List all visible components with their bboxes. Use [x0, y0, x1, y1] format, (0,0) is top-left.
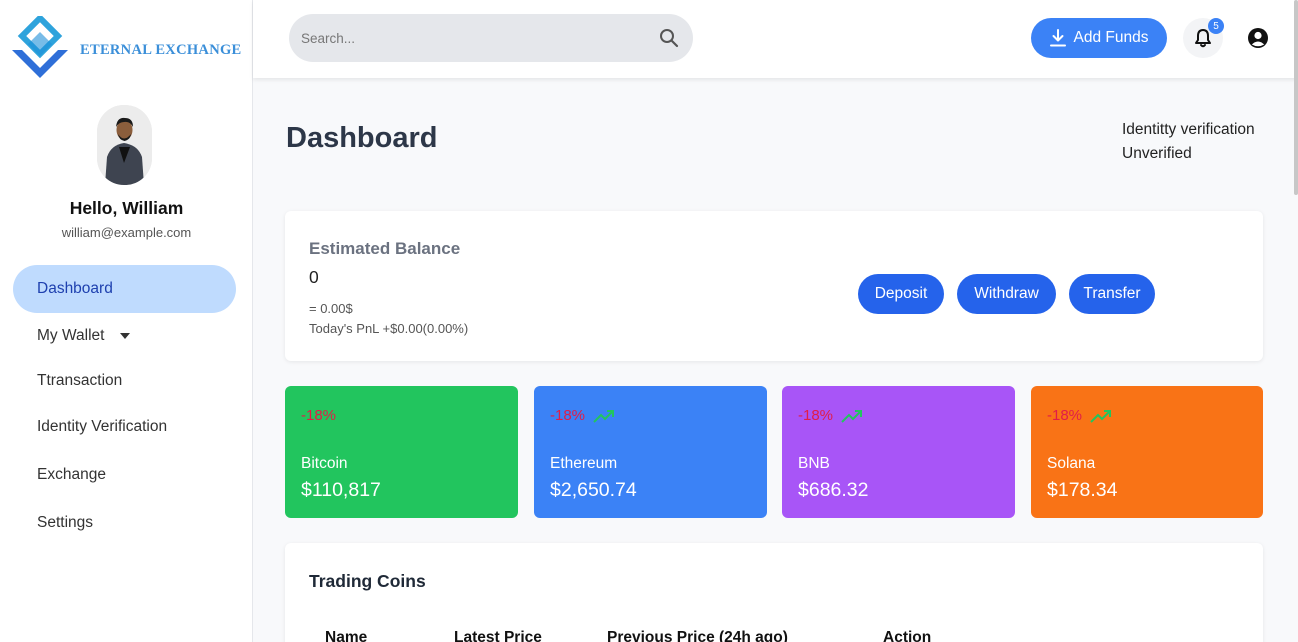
identity-verification-status: Identitty verification Unverified [1122, 118, 1255, 166]
avatar[interactable] [97, 105, 152, 185]
search-icon[interactable] [659, 28, 679, 48]
add-funds-button[interactable]: Add Funds [1031, 18, 1167, 58]
sidebar-item-transaction[interactable]: Ttransaction [13, 358, 236, 403]
page-scrollbar[interactable] [1294, 0, 1298, 195]
balance-value: 0 [309, 267, 319, 287]
sidebar-item-label: Ttransaction [37, 371, 123, 389]
column-header-name: Name [325, 629, 368, 642]
download-icon [1049, 29, 1066, 47]
sidebar-item-my-wallet[interactable]: My Wallet [13, 313, 236, 358]
verification-status: Unverified [1122, 145, 1192, 162]
coin-change-value: -18% [301, 407, 337, 424]
logo-icon [12, 16, 68, 78]
sidebar-item-label: My Wallet [37, 326, 105, 344]
coin-card-bnb[interactable]: -18% BNB $686.32 [782, 386, 1015, 518]
coin-card-ethereum[interactable]: -18% Ethereum $2,650.74 [534, 386, 767, 518]
trending-up-icon [841, 409, 863, 423]
coin-change: -18% [301, 407, 366, 424]
coin-change-value: -18% [798, 407, 834, 424]
brand-name: ETERNAL EXCHANGE [80, 41, 242, 58]
sidebar-item-label: Exchange [37, 466, 106, 483]
column-header-latest-price: Latest Price [454, 629, 542, 642]
search-bar[interactable] [289, 14, 693, 62]
sidebar-nav: Dashboard My Wallet Ttransaction Identit… [13, 265, 236, 547]
sidebar-item-dashboard[interactable]: Dashboard [13, 265, 236, 313]
coin-change-value: -18% [1047, 407, 1083, 424]
coin-name: Ethereum [550, 455, 618, 472]
trading-coins-card: Trading Coins Name Latest Price Previous… [285, 543, 1263, 642]
trending-up-icon [344, 409, 366, 423]
coin-change: -18% [798, 407, 863, 424]
balance-pnl: Today's PnL +$0.00(0.00%) [309, 321, 469, 336]
coin-change: -18% [1047, 407, 1112, 424]
brand-logo[interactable]: ETERNAL EXCHANGE [8, 16, 242, 82]
sidebar-item-identity-verification[interactable]: Identity Verification [13, 403, 236, 451]
trending-up-icon [1090, 409, 1112, 423]
sidebar-item-label: Dashboard [37, 280, 113, 297]
coin-name: Solana [1047, 455, 1096, 472]
topbar: Add Funds 5 [253, 0, 1298, 78]
withdraw-button[interactable]: Withdraw [957, 274, 1056, 314]
coin-change-value: -18% [550, 407, 586, 424]
coin-price: $110,817 [301, 479, 381, 501]
column-header-previous-price: Previous Price (24h ago) [607, 629, 788, 642]
deposit-button[interactable]: Deposit [858, 274, 944, 314]
chevron-down-icon[interactable] [120, 332, 131, 339]
transfer-button[interactable]: Transfer [1069, 274, 1155, 314]
user-account-icon[interactable] [1247, 27, 1269, 49]
coin-name: Bitcoin [301, 455, 348, 472]
avatar-photo [97, 105, 152, 185]
sidebar-item-label: Identity Verification [37, 418, 168, 435]
search-input[interactable] [301, 30, 659, 46]
notification-badge: 5 [1208, 18, 1224, 34]
page-title: Dashboard [286, 122, 438, 154]
sidebar: ETERNAL EXCHANGE Hello, William william@… [0, 0, 253, 642]
greeting: Hello, William [69, 198, 184, 218]
coin-price: $686.32 [798, 479, 869, 501]
balance-title: Estimated Balance [309, 239, 461, 258]
trading-coins-title: Trading Coins [309, 571, 426, 591]
sidebar-item-label: Settings [37, 514, 94, 531]
balance-usd: = 0.00$ [309, 301, 353, 316]
coin-price: $2,650.74 [550, 479, 637, 501]
coin-price: $178.34 [1047, 479, 1118, 501]
balance-card: Estimated Balance 0 = 0.00$ Today's PnL … [285, 211, 1263, 361]
sidebar-item-settings[interactable]: Settings [13, 499, 236, 547]
coin-card-solana[interactable]: -18% Solana $178.34 [1031, 386, 1263, 518]
verification-label: Identitty verification [1122, 121, 1255, 138]
coin-change: -18% [550, 407, 615, 424]
coin-name: BNB [798, 455, 830, 472]
column-header-action: Action [883, 629, 932, 642]
coin-card-bitcoin[interactable]: -18% Bitcoin $110,817 [285, 386, 518, 518]
user-email: william@example.com [61, 225, 192, 240]
add-funds-label: Add Funds [1073, 29, 1149, 46]
trending-up-icon [593, 409, 615, 423]
sidebar-item-exchange[interactable]: Exchange [13, 451, 236, 499]
